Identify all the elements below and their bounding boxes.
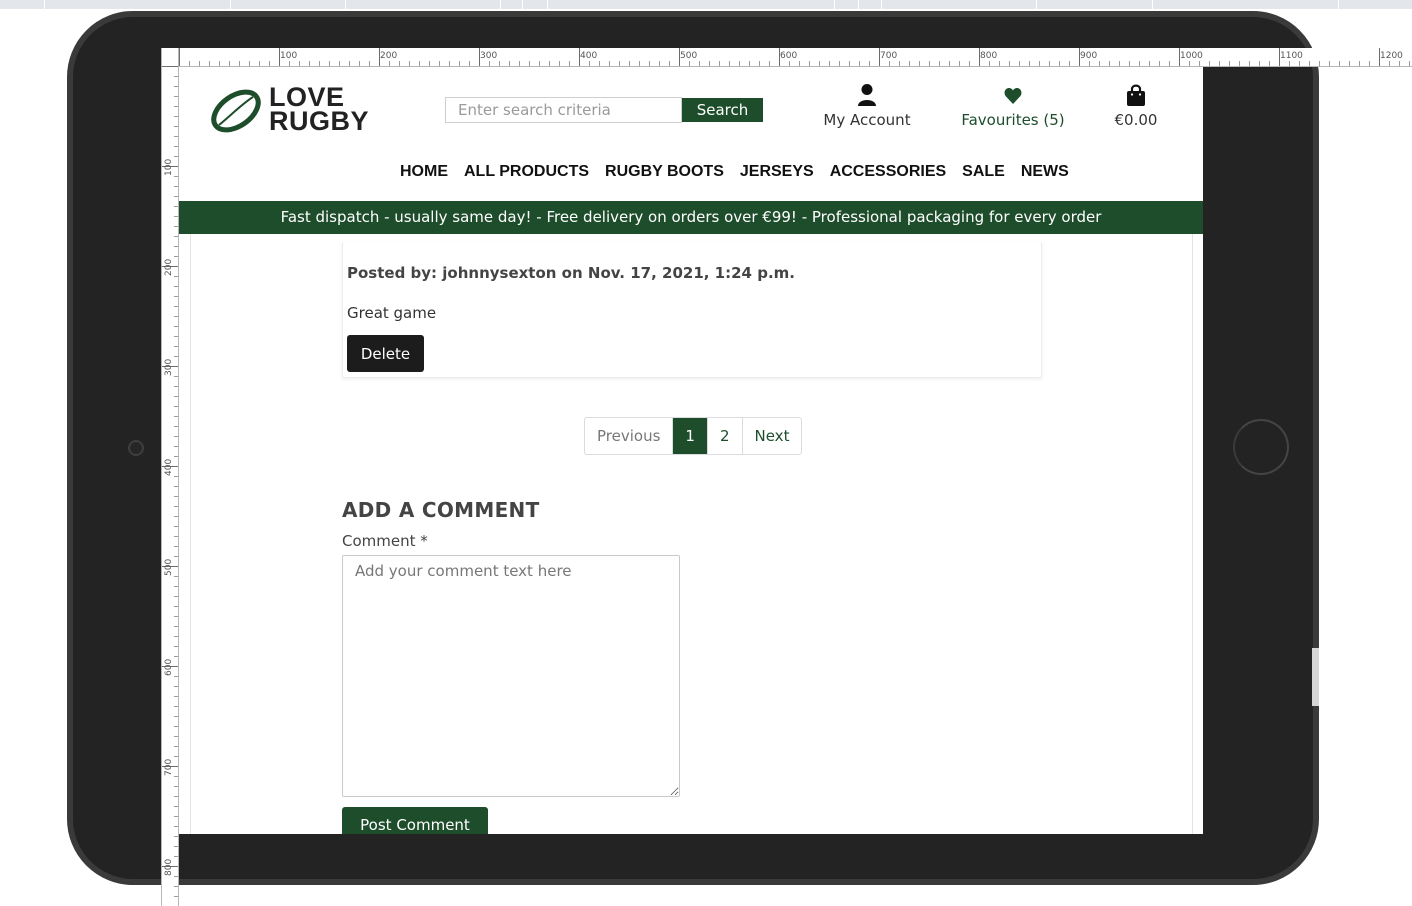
pagination-page-1[interactable]: 1 [672, 418, 707, 454]
post-comment-button[interactable]: Post Comment [342, 807, 488, 834]
add-comment-heading: ADD A COMMENT [342, 498, 540, 522]
nav-jerseys[interactable]: JERSEYS [740, 163, 814, 181]
pagination: Previous 1 2 Next [584, 417, 803, 455]
bag-total: €0.00 [1114, 111, 1158, 129]
strip-divider [230, 0, 231, 9]
strip-divider [1036, 0, 1037, 9]
nav-news[interactable]: NEWS [1021, 163, 1069, 181]
rugby-ball-icon [211, 89, 261, 133]
pagination-next[interactable]: Next [741, 418, 802, 454]
search-form: Search [445, 97, 763, 123]
ruler-label: 1000 [1180, 51, 1203, 61]
my-account-link[interactable]: My Account [815, 83, 919, 129]
ruler-label: 900 [1080, 51, 1098, 61]
ruler-label: 500 [164, 558, 174, 576]
browser-top-strip [0, 0, 1412, 9]
content-area: Posted by: johnnysexton on Nov. 17, 2021… [190, 234, 1193, 834]
strip-divider [1152, 0, 1153, 9]
strip-divider [1338, 0, 1339, 9]
shopping-bag-link[interactable]: €0.00 [1107, 83, 1165, 129]
comment-card: Posted by: johnnysexton on Nov. 17, 2021… [342, 242, 1042, 378]
heart-icon [1004, 88, 1022, 104]
strip-divider [44, 0, 45, 9]
pagination-previous[interactable]: Previous [585, 418, 672, 454]
ruler-label: 1100 [1280, 51, 1303, 61]
search-input[interactable] [445, 97, 682, 123]
ruler-label: 100 [164, 158, 174, 176]
ruler-label: 600 [780, 51, 798, 61]
tablet-home-button[interactable] [1233, 419, 1289, 475]
my-account-label: My Account [823, 111, 911, 129]
device-screen: LOVE RUGBY Search My Account Favourites … [179, 67, 1203, 834]
strip-divider [522, 0, 523, 9]
ruler-label: 400 [580, 51, 598, 61]
logo-text: LOVE RUGBY [269, 84, 370, 136]
ruler-horizontal[interactable]: 100 200 300 400 500 600 700 800 900 1000… [161, 48, 1412, 67]
delivery-banner: Fast dispatch - usually same day! - Free… [179, 201, 1203, 234]
ruler-vertical[interactable]: 100 200 300 400 500 600 700 800 [161, 48, 179, 906]
pagination-page-2[interactable]: 2 [706, 418, 742, 454]
nav-accessories[interactable]: ACCESSORIES [830, 163, 946, 181]
strip-divider [345, 0, 346, 9]
ruler-label: 600 [164, 658, 174, 676]
delete-comment-button[interactable]: Delete [347, 335, 424, 372]
strip-divider [881, 0, 882, 9]
favourites-label: Favourites (5) [961, 111, 1065, 129]
ruler-label: 800 [164, 858, 174, 876]
shopping-bag-icon [1127, 84, 1145, 106]
comment-meta: Posted by: johnnysexton on Nov. 17, 2021… [347, 264, 795, 282]
nav-home[interactable]: HOME [400, 163, 448, 181]
comment-field-label: Comment * [342, 532, 428, 550]
ruler-label: 800 [980, 51, 998, 61]
ruler-label: 300 [480, 51, 498, 61]
ruler-label: 400 [164, 458, 174, 476]
user-icon [858, 84, 876, 106]
strip-divider [858, 0, 859, 9]
ruler-label: 300 [164, 358, 174, 376]
tablet-side-button [1312, 648, 1319, 706]
strip-divider [834, 0, 835, 9]
ruler-label: 1200 [1380, 51, 1403, 61]
ruler-label: 700 [164, 758, 174, 776]
site-logo[interactable]: LOVE RUGBY [209, 84, 384, 137]
ruler-label: 200 [164, 258, 174, 276]
comment-text: Great game [347, 304, 437, 322]
strip-divider [500, 0, 501, 9]
strip-divider [547, 0, 548, 9]
nav-all-products[interactable]: ALL PRODUCTS [464, 163, 589, 181]
tablet-camera [128, 440, 144, 456]
search-button[interactable]: Search [682, 98, 763, 122]
main-nav: HOME ALL PRODUCTS RUGBY BOOTS JERSEYS AC… [400, 163, 1069, 181]
ruler-label: 500 [680, 51, 698, 61]
ruler-label: 200 [380, 51, 398, 61]
comment-textarea[interactable] [342, 555, 680, 797]
logo-line-2: RUGBY [269, 106, 370, 136]
nav-sale[interactable]: SALE [962, 163, 1005, 181]
nav-rugby-boots[interactable]: RUGBY BOOTS [605, 163, 724, 181]
ruler-label: 700 [880, 51, 898, 61]
ruler-label: 100 [280, 51, 298, 61]
favourites-link[interactable]: Favourites (5) [955, 83, 1071, 129]
